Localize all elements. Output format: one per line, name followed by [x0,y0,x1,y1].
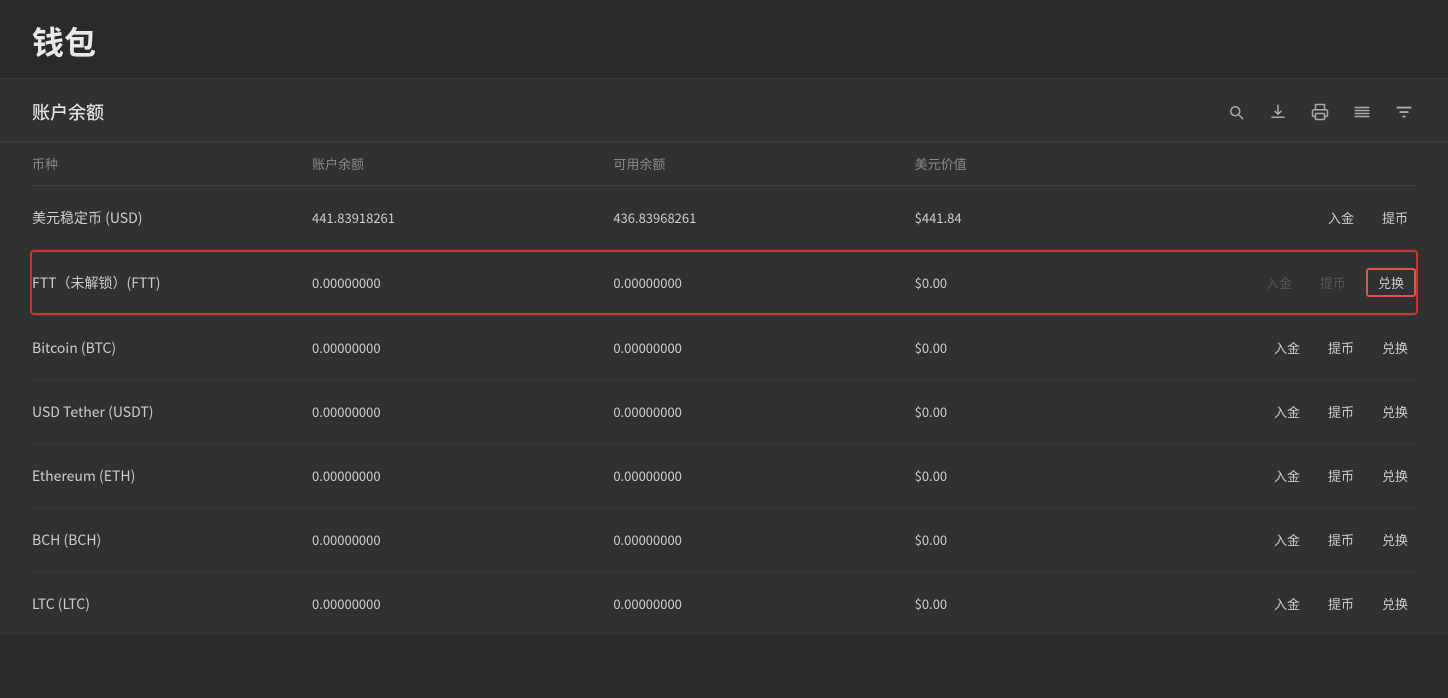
main-content: 账户余额 [0,79,1448,635]
usd-value: $0.00 [915,466,1216,485]
available-balance-value: 0.00000000 [613,530,914,549]
table-container: 币种 账户余额 可用余额 美元价值 美元稳定币 (USD) 441.839182… [0,142,1448,635]
col-header-actions [1216,154,1416,173]
account-balance-value: 441.83918261 [312,208,613,227]
actions-cell: 入金 提币 [1216,204,1416,231]
table-row-ftt: FTT（未解锁）(FTT) 0.00000000 0.00000000 $0.0… [32,250,1416,316]
currency-name: 美元稳定币 (USD) [32,208,312,228]
withdraw-button[interactable]: 提币 [1320,526,1362,553]
deposit-button-disabled: 入金 [1258,269,1300,296]
available-balance-value: 0.00000000 [613,402,914,421]
table-row: LTC (LTC) 0.00000000 0.00000000 $0.00 入金… [32,572,1416,635]
account-balance-value: 0.00000000 [312,273,613,292]
account-balance-value: 0.00000000 [312,466,613,485]
section-header: 账户余额 [0,79,1448,142]
exchange-button[interactable]: 兑换 [1374,590,1416,617]
currency-name: USD Tether (USDT) [32,402,312,422]
exchange-button[interactable]: 兑换 [1374,526,1416,553]
col-header-currency: 币种 [32,154,312,173]
deposit-button[interactable]: 入金 [1266,334,1308,361]
table-row: Ethereum (ETH) 0.00000000 0.00000000 $0.… [32,444,1416,508]
search-icon[interactable] [1224,100,1248,124]
exchange-button[interactable]: 兑换 [1374,462,1416,489]
table-row: 美元稳定币 (USD) 441.83918261 436.83968261 $4… [32,186,1416,250]
deposit-button[interactable]: 入金 [1266,398,1308,425]
actions-cell: 入金 提币 兑换 [1216,462,1416,489]
currency-name: LTC (LTC) [32,594,312,614]
currency-name: Bitcoin (BTC) [32,338,312,358]
usd-value: $0.00 [915,530,1216,549]
withdraw-button[interactable]: 提币 [1374,204,1416,231]
deposit-button[interactable]: 入金 [1320,204,1362,231]
col-header-available-balance: 可用余额 [613,154,914,173]
account-balance-value: 0.00000000 [312,530,613,549]
currency-name: BCH (BCH) [32,530,312,550]
currency-name: FTT（未解锁）(FTT) [32,273,312,293]
table-row: BCH (BCH) 0.00000000 0.00000000 $0.00 入金… [32,508,1416,572]
available-balance-value: 436.83968261 [613,208,914,227]
available-balance-value: 0.00000000 [613,338,914,357]
filter-icon[interactable] [1392,100,1416,124]
withdraw-button[interactable]: 提币 [1320,334,1362,361]
usd-value: $0.00 [915,402,1216,421]
usd-value: $0.00 [915,338,1216,357]
actions-cell: 入金 提币 兑换 [1216,590,1416,617]
toolbar-icons [1224,100,1416,124]
col-header-usd-value: 美元价值 [915,154,1216,173]
section-title: 账户余额 [32,99,104,125]
table-row: Bitcoin (BTC) 0.00000000 0.00000000 $0.0… [32,316,1416,380]
withdraw-button[interactable]: 提币 [1320,462,1362,489]
withdraw-button[interactable]: 提币 [1320,398,1362,425]
available-balance-value: 0.00000000 [613,594,914,613]
col-header-account-balance: 账户余额 [312,154,613,173]
withdraw-button-disabled: 提币 [1312,269,1354,296]
usd-value: $441.84 [915,208,1216,227]
deposit-button[interactable]: 入金 [1266,526,1308,553]
actions-cell: 入金 提币 兑换 [1216,334,1416,361]
available-balance-value: 0.00000000 [613,273,914,292]
download-icon[interactable] [1266,100,1290,124]
account-balance-value: 0.00000000 [312,594,613,613]
actions-cell: 入金 提币 兑换 [1216,526,1416,553]
available-balance-value: 0.00000000 [613,466,914,485]
deposit-button[interactable]: 入金 [1266,590,1308,617]
exchange-button[interactable]: 兑换 [1374,398,1416,425]
table-row: USD Tether (USDT) 0.00000000 0.00000000 … [32,380,1416,444]
usd-value: $0.00 [915,594,1216,613]
account-balance-value: 0.00000000 [312,338,613,357]
actions-cell: 入金 提币 兑换 [1216,268,1416,297]
page-title: 钱包 [32,18,1416,64]
usd-value: $0.00 [915,273,1216,292]
exchange-button[interactable]: 兑换 [1374,334,1416,361]
exchange-button-outlined[interactable]: 兑换 [1366,268,1416,297]
columns-icon[interactable] [1350,100,1374,124]
table-header: 币种 账户余额 可用余额 美元价值 [32,142,1416,186]
page-header: 钱包 [0,0,1448,79]
print-icon[interactable] [1308,100,1332,124]
currency-name: Ethereum (ETH) [32,466,312,486]
deposit-button[interactable]: 入金 [1266,462,1308,489]
account-balance-value: 0.00000000 [312,402,613,421]
withdraw-button[interactable]: 提币 [1320,590,1362,617]
actions-cell: 入金 提币 兑换 [1216,398,1416,425]
